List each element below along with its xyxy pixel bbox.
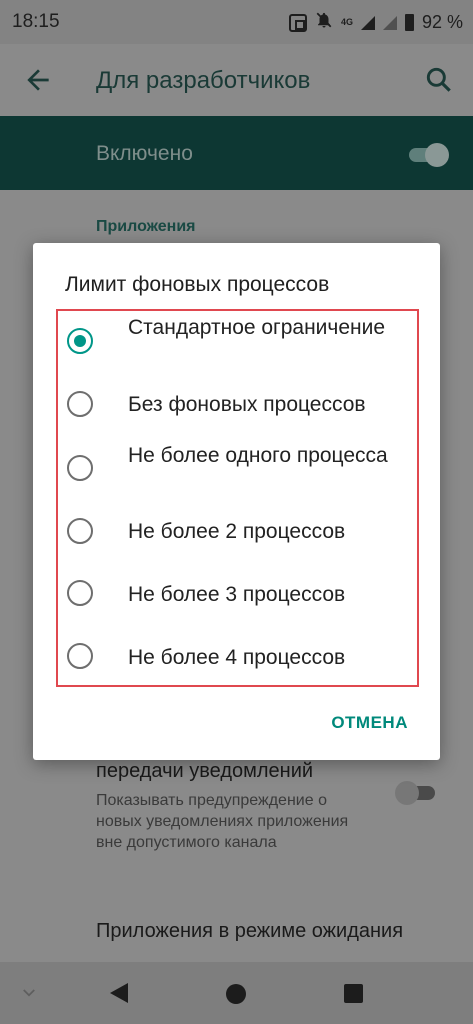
radio-button[interactable] bbox=[67, 391, 93, 417]
nav-home-icon[interactable] bbox=[226, 984, 246, 1004]
battery-percent: 92 % bbox=[421, 12, 463, 32]
radio-option-label: Не более 2 процессов bbox=[128, 520, 346, 543]
cancel-button[interactable]: ОТМЕНА bbox=[331, 713, 408, 733]
toggle-thumb bbox=[425, 143, 449, 167]
notification-warning-toggle[interactable] bbox=[395, 780, 439, 805]
chevron-down-icon[interactable] bbox=[20, 984, 38, 1002]
nav-back-icon[interactable] bbox=[108, 982, 130, 1004]
bell-off-icon bbox=[315, 11, 333, 34]
network-type-label: 4G bbox=[340, 17, 353, 27]
app-bar: Для разработчиков bbox=[0, 44, 473, 116]
nav-recents-icon[interactable] bbox=[344, 984, 363, 1003]
navigation-bar bbox=[0, 962, 473, 1024]
radio-option-label: Стандартное ограничение bbox=[128, 316, 386, 339]
status-bar: 18:15 4G 92 % bbox=[0, 0, 473, 44]
list-item-summary: Показывать предупреждение о новых уведом… bbox=[96, 792, 349, 851]
radio-option-label: Не более одного процесса bbox=[128, 444, 388, 467]
radio-button-checked[interactable] bbox=[67, 328, 93, 354]
radio-button[interactable] bbox=[67, 455, 93, 481]
radio-option-label: Без фоновых процессов bbox=[128, 393, 366, 416]
nfc-icon bbox=[288, 13, 307, 32]
dialog-title: Лимит фоновых процессов bbox=[65, 273, 330, 296]
master-switch-label: Включено bbox=[96, 142, 193, 165]
radio-option-label: Не более 3 процессов bbox=[128, 583, 346, 606]
battery-icon bbox=[404, 14, 414, 31]
page-title: Для разработчиков bbox=[96, 67, 311, 94]
list-item-title[interactable]: передачи уведомлений bbox=[96, 760, 313, 783]
list-item-standby-apps[interactable]: Приложения в режиме ожидания bbox=[96, 920, 403, 943]
master-switch-bar[interactable]: Включено bbox=[0, 116, 473, 190]
arrow-back-icon[interactable] bbox=[22, 64, 54, 96]
section-header: Приложения bbox=[96, 218, 196, 235]
highlight-box bbox=[56, 309, 419, 687]
toggle-thumb bbox=[395, 781, 419, 805]
radio-option-label: Не более 4 процессов bbox=[128, 646, 346, 669]
radio-button[interactable] bbox=[67, 643, 93, 669]
signal-icon bbox=[360, 15, 375, 30]
status-time: 18:15 bbox=[12, 11, 60, 32]
signal-icon bbox=[382, 15, 397, 30]
status-icons: 4G 92 % bbox=[288, 11, 463, 34]
background-limit-dialog: Лимит фоновых процессов Стандартное огра… bbox=[33, 243, 440, 760]
radio-button[interactable] bbox=[67, 518, 93, 544]
radio-button[interactable] bbox=[67, 580, 93, 606]
search-icon[interactable] bbox=[423, 64, 455, 96]
master-toggle[interactable] bbox=[405, 142, 449, 167]
